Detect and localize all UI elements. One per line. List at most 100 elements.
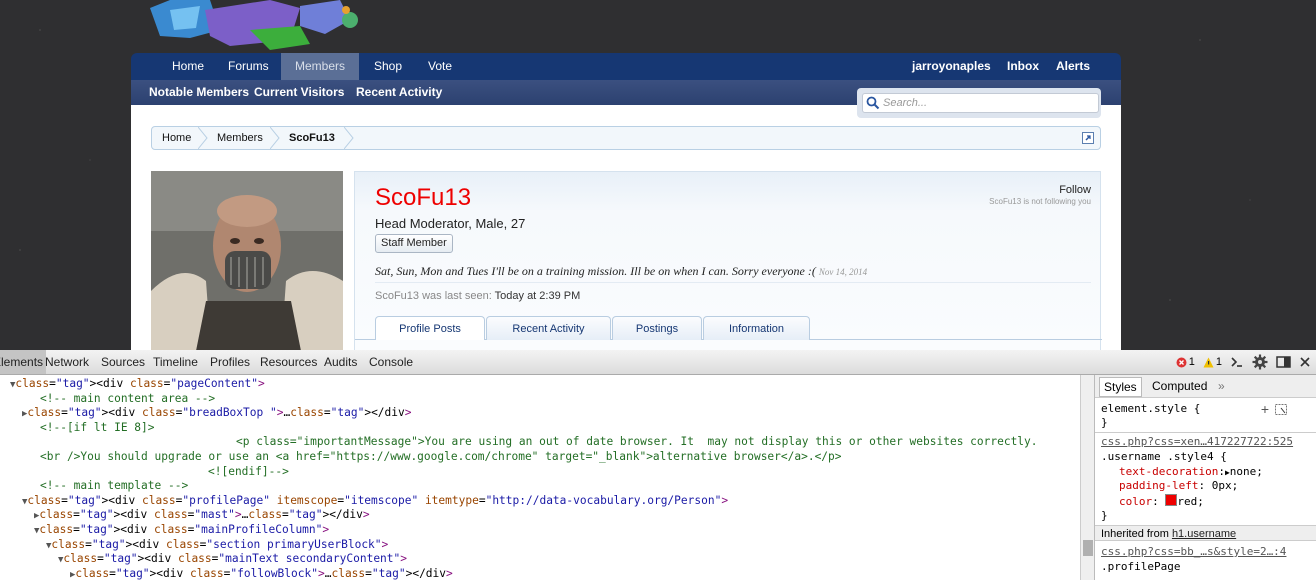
inherited-label: Inherited from <box>1101 528 1169 540</box>
nav-tab-members[interactable]: Members <box>281 53 360 80</box>
dom-tree[interactable]: ▼class="tag"><div class="pageContent"> <!… <box>0 375 1080 580</box>
account-link[interactable]: jarroyonaples <box>912 53 991 80</box>
devtools-tab-network[interactable]: Network <box>45 350 89 374</box>
style-property-color[interactable]: color: red; <box>1119 494 1204 510</box>
stylesheet-link-1[interactable]: css.php?css=xen…417227722:525 <box>1101 435 1293 450</box>
dom-tree-line[interactable]: ▼class="tag"><div class="mainProfileColu… <box>34 523 329 538</box>
dom-tree-line[interactable]: <!--[if lt IE 8]> <box>40 421 155 435</box>
warning-count-value: 1 <box>1215 356 1222 368</box>
devtools-tab-audits[interactable]: Audits <box>324 350 357 374</box>
main-navigation: Home Forums Members Shop Vote jarroyonap… <box>131 53 1121 80</box>
breadcrumb: Home Members ScoFu13 <box>151 126 1101 150</box>
breadcrumb-current: ScoFu13 <box>289 132 335 144</box>
search-placeholder: Search... <box>883 97 928 109</box>
more-tabs-icon[interactable]: » <box>1218 377 1225 395</box>
subnav-notable-members[interactable]: Notable Members <box>149 80 249 105</box>
stylesheet-link-2[interactable]: css.php?css=bb_…s&style=2…:4 <box>1101 545 1286 560</box>
tab-information[interactable]: Information <box>703 316 810 340</box>
scrollbar-thumb[interactable] <box>1083 540 1093 556</box>
style-property-padding-left[interactable]: padding-left: 0px; <box>1119 479 1238 494</box>
tab-postings[interactable]: Postings <box>612 316 702 340</box>
dom-tree-line[interactable]: ▼class="tag"><div class="section primary… <box>46 538 388 553</box>
page-content: Search... Home Members ScoFu13 ScoFu13 H… <box>131 88 1121 350</box>
styles-pane: Styles Computed » element.style { + } cs… <box>1094 375 1316 580</box>
status-text: Sat, Sun, Mon and Tues I'll be on a trai… <box>375 264 816 278</box>
inbox-link[interactable]: Inbox <box>1007 53 1039 80</box>
follow-button[interactable]: Follow <box>1059 184 1091 196</box>
dom-tree-line[interactable]: ▶class="tag"><div class="followBlock">…c… <box>70 567 453 580</box>
console-drawer-icon[interactable] <box>1230 355 1244 369</box>
settings-gear-icon[interactable] <box>1252 354 1268 370</box>
warning-icon <box>1203 357 1214 367</box>
element-style-rule[interactable]: element.style { <box>1101 402 1200 417</box>
dom-tree-line[interactable]: <![endif]--> <box>208 465 289 479</box>
dock-icon[interactable] <box>1276 355 1292 369</box>
error-icon <box>1176 357 1187 367</box>
forum-site: Home Forums Members Shop Vote jarroyonap… <box>131 53 1121 350</box>
dom-tree-line[interactable]: ▼class="tag"><div class="profilePage" it… <box>22 494 728 509</box>
rule-selector-2[interactable]: .profilePage <box>1101 560 1180 575</box>
devtools-tab-timeline[interactable]: Timeline <box>153 350 198 374</box>
dom-tree-scrollbar[interactable] <box>1080 375 1095 580</box>
breadcrumb-home[interactable]: Home <box>162 127 191 149</box>
breadcrumb-separator-icon <box>198 127 208 149</box>
profile-user-title: Head Moderator, Male, 27 <box>375 216 526 231</box>
color-swatch[interactable] <box>1165 494 1178 506</box>
tab-recent-activity[interactable]: Recent Activity <box>486 316 611 340</box>
dom-tree-line[interactable]: ▼class="tag"><div class="pageContent"> <box>10 377 265 392</box>
breadcrumb-separator-icon <box>270 127 280 149</box>
search-input[interactable]: Search... <box>862 93 1099 113</box>
devtools-panel: Elements Network Sources Timeline Profil… <box>0 350 1316 580</box>
profile-username: ScoFu13 <box>375 184 472 211</box>
search-bar: Search... <box>857 88 1101 118</box>
breadcrumb-separator-icon <box>344 127 354 149</box>
nav-tab-home[interactable]: Home <box>172 53 204 80</box>
last-seen-label: ScoFu13 was last seen: <box>375 290 492 302</box>
follow-note: ScoFu13 is not following you <box>989 197 1091 206</box>
nav-tab-shop[interactable]: Shop <box>374 53 402 80</box>
devtools-tab-resources[interactable]: Resources <box>260 350 317 374</box>
devtools-tab-console[interactable]: Console <box>369 350 413 374</box>
tab-computed[interactable]: Computed <box>1152 377 1207 395</box>
inherited-element-link[interactable]: h1.username <box>1172 528 1236 540</box>
follow-block: Follow ScoFu13 is not following you <box>989 184 1091 206</box>
alerts-link[interactable]: Alerts <box>1056 53 1090 80</box>
warning-count[interactable]: 1 <box>1203 356 1222 368</box>
error-count[interactable]: 1 <box>1176 356 1195 368</box>
dom-tree-line[interactable]: <!-- main content area --> <box>40 392 215 406</box>
tab-styles[interactable]: Styles <box>1099 377 1142 397</box>
dom-tree-line[interactable]: ▶class="tag"><div class="mast">…class="t… <box>34 508 370 523</box>
dom-tree-line[interactable]: <!-- main template --> <box>40 479 188 493</box>
dom-tree-line[interactable]: <p class="importantMessage">You are usin… <box>236 435 1038 449</box>
rule-close-1: } <box>1101 509 1108 522</box>
devtools-toolbar: Elements Network Sources Timeline Profil… <box>0 350 1316 375</box>
styles-pane-tabs: Styles Computed » <box>1095 375 1316 398</box>
site-logo[interactable] <box>150 0 362 52</box>
inherited-header: Inherited from h1.username <box>1095 525 1316 541</box>
status-date: Nov 14, 2014 <box>818 267 868 277</box>
close-icon[interactable] <box>1300 357 1310 367</box>
jump-menu-icon[interactable] <box>1082 132 1094 144</box>
nav-tab-vote[interactable]: Vote <box>428 53 452 80</box>
rule-selector-1[interactable]: .username .style4 { <box>1101 450 1227 465</box>
nav-tab-forums[interactable]: Forums <box>228 53 269 80</box>
devtools-tab-elements[interactable]: Elements <box>0 350 47 374</box>
profile-avatar[interactable] <box>151 171 343 350</box>
add-rule-icon[interactable]: + <box>1261 401 1269 417</box>
devtools-tab-profiles[interactable]: Profiles <box>210 350 250 374</box>
last-seen-value: Today at 2:39 PM <box>494 290 581 302</box>
dom-tree-line[interactable]: <br />You should upgrade or use an <a hr… <box>40 450 842 464</box>
search-icon <box>866 96 880 110</box>
dom-tree-line[interactable]: ▶class="tag"><div class="breadBoxTop ">…… <box>22 406 412 421</box>
profile-main-block: ScoFu13 Head Moderator, Male, 27 Staff M… <box>354 171 1102 350</box>
profile-status: Sat, Sun, Mon and Tues I'll be on a trai… <box>375 264 867 279</box>
staff-member-badge: Staff Member <box>375 234 453 253</box>
devtools-toolbar-icons: 1 1 <box>1176 350 1310 374</box>
breadcrumb-members[interactable]: Members <box>217 127 263 149</box>
dom-tree-line[interactable]: ▼class="tag"><div class="mainText second… <box>58 552 407 567</box>
toggle-element-state-icon[interactable] <box>1275 404 1287 415</box>
subnav-current-visitors[interactable]: Current Visitors <box>254 80 344 105</box>
devtools-tab-sources[interactable]: Sources <box>101 350 145 374</box>
tab-profile-posts[interactable]: Profile Posts <box>375 316 485 340</box>
subnav-recent-activity[interactable]: Recent Activity <box>356 80 442 105</box>
